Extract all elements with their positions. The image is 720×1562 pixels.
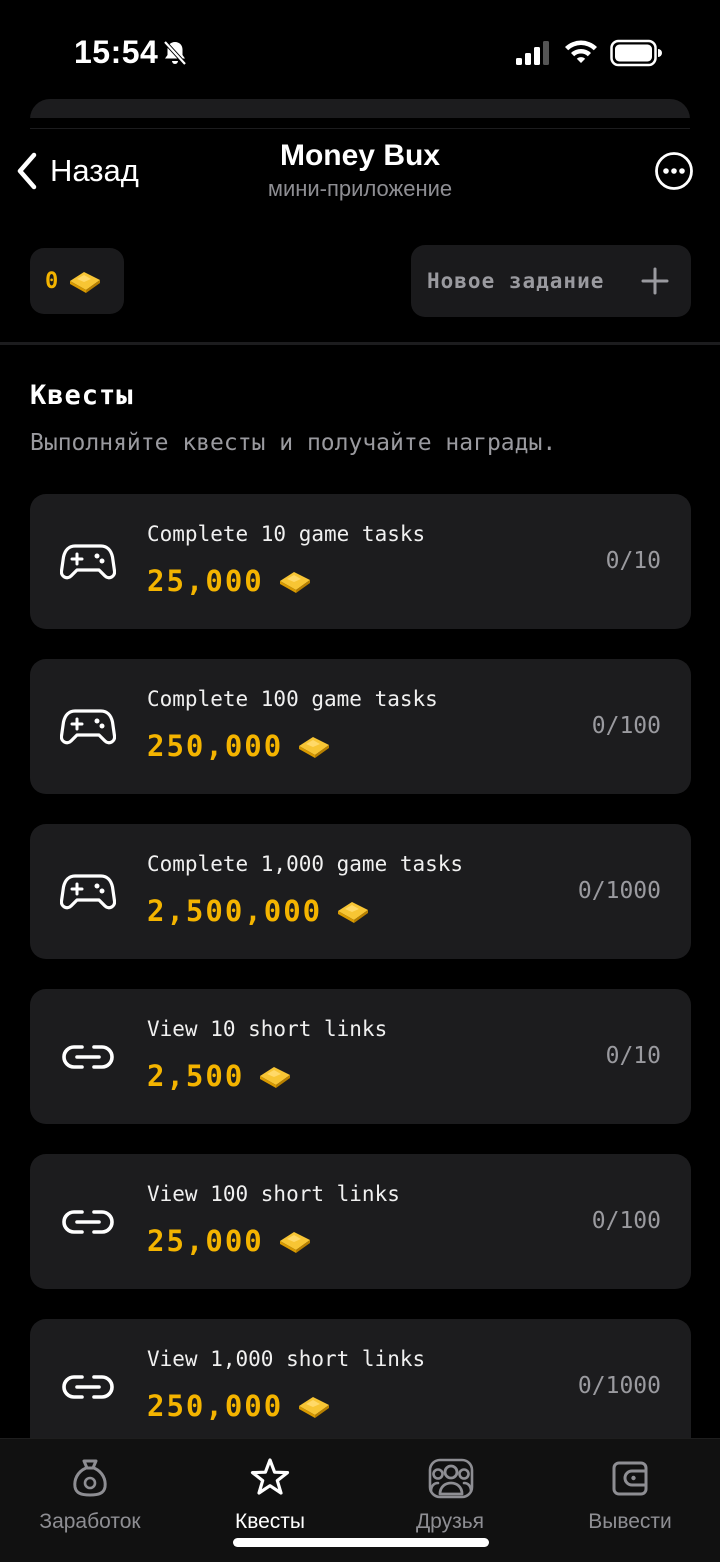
quest-progress: 0/1000: [577, 878, 661, 904]
tab-earnings[interactable]: Заработок: [0, 1439, 180, 1562]
status-bar: 15:54: [0, 0, 720, 100]
quest-title: Complete 1,000 game tasks: [147, 852, 464, 876]
quest-reward: 25,000: [147, 564, 314, 598]
quest-reward: 2,500: [147, 1059, 294, 1093]
battery-icon: [610, 39, 662, 67]
quest-reward-value: 25,000: [147, 1224, 264, 1258]
gold-bar-icon: [279, 1232, 310, 1253]
quest-card[interactable]: Complete 100 game tasks 250,000 0/100: [30, 659, 691, 794]
section-title: Квесты: [30, 380, 134, 411]
quest-reward: 250,000: [147, 729, 333, 763]
plus-icon: [641, 267, 669, 295]
quest-title: Complete 100 game tasks: [147, 687, 438, 711]
quest-card[interactable]: Complete 10 game tasks 25,000 0/10: [30, 494, 691, 629]
gamepad-icon: [60, 544, 116, 580]
wallet-icon: [612, 1461, 648, 1496]
gold-bar-icon: [338, 902, 369, 923]
quest-card[interactable]: View 10 short links 2,500 0/10: [30, 989, 691, 1124]
new-task-label: Новое задание: [427, 269, 605, 293]
quest-progress: 0/100: [591, 1208, 661, 1234]
money-bag-icon: [73, 1459, 107, 1497]
quest-title: View 10 short links: [147, 1017, 388, 1041]
star-icon: [250, 1458, 290, 1495]
gold-bar-icon: [279, 572, 310, 593]
quest-title: View 100 short links: [147, 1182, 400, 1206]
quest-reward: 2,500,000: [147, 894, 372, 928]
gamepad-icon: [60, 709, 116, 745]
quest-card[interactable]: View 100 short links 25,000 0/100: [30, 1154, 691, 1289]
quest-card[interactable]: View 1,000 short links 250,000 0/1000: [30, 1319, 691, 1454]
quest-progress: 0/1000: [577, 1373, 661, 1399]
status-time: 15:54: [74, 34, 159, 70]
link-icon: [62, 1210, 114, 1234]
gold-bar-icon: [260, 1067, 291, 1088]
new-task-button[interactable]: Новое задание: [411, 245, 691, 317]
quest-progress: 0/10: [605, 548, 661, 574]
tab-label: Квесты: [234, 1510, 306, 1533]
link-icon: [62, 1375, 114, 1399]
link-icon: [62, 1045, 114, 1069]
bell-muted-icon: [163, 40, 187, 66]
quest-reward-value: 250,000: [147, 1389, 284, 1423]
tab-label: Друзья: [415, 1510, 485, 1533]
gold-bar-icon: [70, 272, 101, 293]
cellular-signal-icon: [516, 41, 549, 65]
tab-label: Вывести: [588, 1510, 672, 1533]
quest-title: Complete 10 game tasks: [147, 522, 426, 546]
gold-bar-icon: [299, 737, 330, 758]
quest-reward-value: 2,500: [147, 1059, 245, 1093]
quest-reward: 25,000: [147, 1224, 314, 1258]
more-options-icon[interactable]: [654, 151, 694, 191]
gamepad-icon: [60, 874, 116, 910]
wifi-icon: [565, 40, 597, 63]
quest-progress: 0/10: [605, 1043, 661, 1069]
quest-reward-value: 250,000: [147, 729, 284, 763]
divider: [0, 342, 720, 345]
quest-title: View 1,000 short links: [147, 1347, 426, 1371]
section-description: Выполняйте квесты и получайте награды.: [30, 430, 557, 456]
tab-withdraw[interactable]: Вывести: [540, 1439, 720, 1562]
quest-reward-value: 2,500,000: [147, 894, 323, 928]
gold-bar-icon: [299, 1397, 330, 1418]
balance-chip: 0: [30, 248, 124, 314]
friends-icon: [428, 1458, 474, 1499]
app-title: Money Bux: [279, 139, 441, 172]
app-subtitle: мини-приложение: [267, 176, 453, 201]
quest-reward-value: 25,000: [147, 564, 264, 598]
balance-value: 0: [45, 268, 59, 294]
quest-card[interactable]: Complete 1,000 game tasks 2,500,000 0/10…: [30, 824, 691, 959]
tab-label: Заработок: [39, 1510, 141, 1533]
home-indicator: [233, 1538, 489, 1547]
quest-reward: 250,000: [147, 1389, 333, 1423]
quest-progress: 0/100: [591, 713, 661, 739]
